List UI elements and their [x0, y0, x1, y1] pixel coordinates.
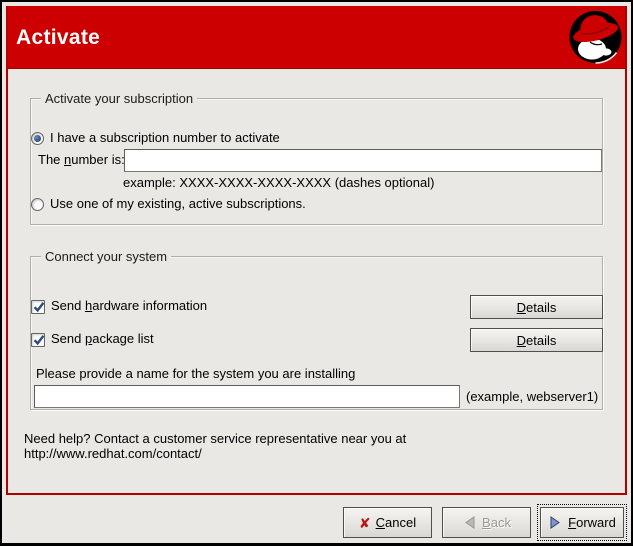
send-hardware-checkbox[interactable]: [31, 300, 45, 314]
content-area: Activate your subscription I have a subs…: [8, 69, 625, 494]
send-package-list-checkbox[interactable]: [31, 333, 45, 347]
back-button: Back: [442, 507, 531, 538]
number-example-hint: example: XXXX-XXXX-XXXX-XXXX (dashes opt…: [123, 175, 435, 190]
radio-use-existing-subscription-label[interactable]: Use one of my existing, active subscript…: [50, 196, 306, 212]
help-text-line1: Need help? Contact a customer service re…: [24, 431, 407, 446]
main-panel: Activate Activate your subscription I ha…: [6, 6, 627, 495]
checkmark-icon: [33, 335, 45, 346]
send-hardware-label[interactable]: Send hardware information: [51, 298, 207, 314]
forward-button[interactable]: Forward: [537, 504, 627, 541]
checkmark-icon: [33, 302, 45, 313]
subscription-number-input[interactable]: [124, 149, 602, 172]
radio-use-existing-subscription[interactable]: [31, 198, 44, 211]
hardware-details-button[interactable]: Details: [470, 295, 603, 319]
cancel-button[interactable]: ✘ Cancel: [343, 507, 432, 538]
forward-arrow-icon: [548, 515, 563, 530]
radio-have-subscription-number-label[interactable]: I have a subscription number to activate: [50, 130, 280, 146]
back-arrow-icon: [462, 515, 477, 530]
number-field-label: The number is:: [38, 152, 125, 167]
help-text-line2: http://www.redhat.com/contact/: [24, 446, 202, 461]
help-text: Need help? Contact a customer service re…: [24, 431, 406, 461]
cancel-x-icon: ✘: [358, 514, 371, 531]
redhat-logo-icon: [568, 9, 623, 64]
activate-window: Activate Activate your subscription I ha…: [0, 0, 633, 546]
subscription-frame-legend: Activate your subscription: [41, 91, 198, 106]
page-title: Activate: [16, 26, 101, 49]
package-details-button[interactable]: Details: [470, 328, 603, 352]
system-name-example-hint: (example, webserver1): [466, 389, 599, 404]
send-package-list-label[interactable]: Send package list: [51, 331, 154, 347]
radio-have-subscription-number[interactable]: [31, 132, 44, 145]
system-name-prompt: Please provide a name for the system you…: [36, 366, 356, 381]
system-name-input[interactable]: [34, 385, 460, 408]
connect-frame-legend: Connect your system: [41, 249, 172, 264]
title-banner: Activate: [8, 6, 625, 69]
